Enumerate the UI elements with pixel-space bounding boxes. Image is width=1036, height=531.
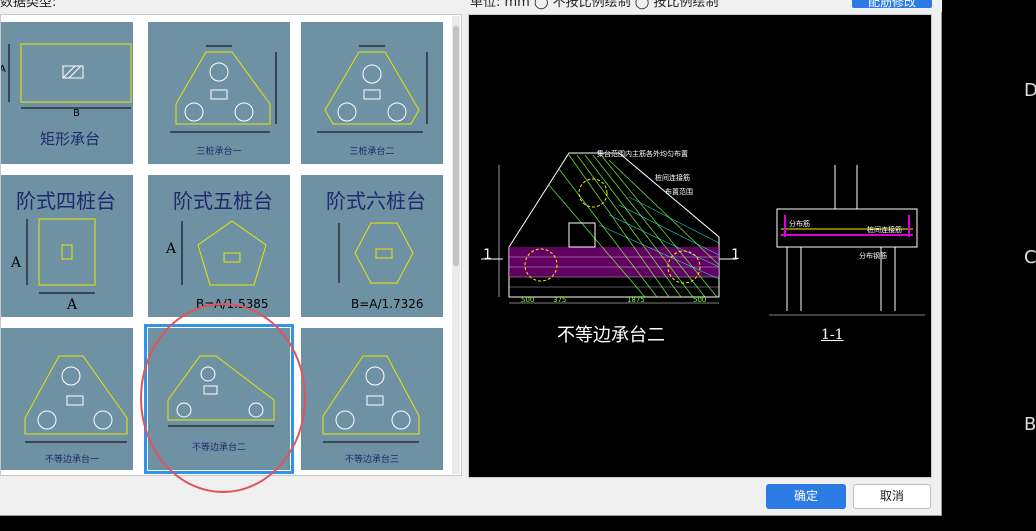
tile-label: 三桩承台二 [349, 147, 395, 157]
unequal-cap-icon [322, 355, 420, 443]
tile-unequal-cap-3[interactable]: 不等边承台三 [301, 328, 443, 470]
tile-stepped-six-pile[interactable]: 阶式六桩台 B=A/1.7326 [301, 175, 443, 317]
axis-label-c: C [1024, 247, 1036, 268]
formula-label: B=A/1.5385 [196, 297, 269, 311]
scrollbar-thumb[interactable] [453, 26, 459, 266]
tile-unequal-cap-2[interactable]: 不等边承台二 [144, 324, 294, 474]
tile-stepped-five-pile[interactable]: 阶式五桩台 A B=A/1.5385 [148, 175, 290, 317]
dim-b-label: B [73, 108, 80, 119]
dim-a-label: A [166, 241, 177, 257]
dim-a-label: A [11, 255, 22, 271]
section-mark-right: 1 [731, 247, 740, 263]
canvas-strip [0, 516, 942, 531]
cancel-button[interactable]: 取消 [853, 484, 931, 509]
preview-caption: 不等边承台二 [557, 325, 665, 346]
screen: 数据类型: 单位: mm ◯ 不按比例绘制 ◯ 按比例绘制 配筋修改 A B 矩… [0, 0, 1036, 531]
grid-scrollbar[interactable] [452, 16, 460, 474]
tile-label: 三桩承台一 [196, 147, 242, 157]
pile-cap-dialog: 数据类型: 单位: mm ◯ 不按比例绘制 ◯ 按比例绘制 配筋修改 A B 矩… [0, 0, 942, 516]
formula-label: B=A/1.7326 [351, 297, 424, 311]
tile-stepped-four-pile[interactable]: 阶式四桩台 A A [1, 175, 133, 317]
axis-label-d: D [1024, 80, 1036, 101]
note-label: 桩间连接筋 [867, 226, 902, 234]
note-label: 分布钢筋 [859, 252, 887, 260]
ok-button[interactable]: 确定 [766, 484, 846, 509]
dim-label: 375 [553, 296, 567, 304]
tile-label: 不等边承台二 [191, 443, 246, 453]
dim-label: 1875 [627, 296, 645, 304]
dim-a-label: A [1, 64, 6, 75]
dim-a-label: A [67, 297, 78, 313]
note-label: 桩间连接筋 [655, 174, 690, 182]
note-label: 分布筋 [789, 220, 810, 228]
tile-label: 阶式五桩台 [173, 189, 273, 213]
tile-three-pile-cap-2[interactable]: 三桩承台二 [301, 22, 443, 164]
note-label: 集台范围内主筋各外均匀布置 [597, 150, 688, 158]
axis-label-b: B [1024, 414, 1036, 435]
tile-label: 不等边承台三 [344, 455, 399, 465]
note-label: 布置范围 [665, 188, 693, 196]
tile-rectangular-cap[interactable]: A B 矩形承台 [1, 22, 133, 164]
three-pile-cap-icon [170, 45, 277, 133]
tile-unequal-cap-1[interactable]: 不等边承台一 [1, 328, 133, 470]
section-label: 1-1 [821, 327, 844, 343]
dialog-top-bar: 数据类型: 单位: mm ◯ 不按比例绘制 ◯ 按比例绘制 配筋修改 [0, 0, 942, 12]
dim-label: 500 [693, 296, 707, 304]
unequal-cap-icon [24, 355, 128, 443]
cap-type-grid: A B 矩形承台 三桩承台一 [0, 14, 462, 476]
tile-label: 阶式六桩台 [326, 189, 426, 213]
rebar-edit-button[interactable]: 配筋修改 [852, 0, 932, 9]
scale-options[interactable]: 单位: mm ◯ 不按比例绘制 ◯ 按比例绘制 [470, 0, 718, 10]
tile-label: 阶式四桩台 [16, 189, 116, 213]
section-mark-left: 1 [483, 247, 492, 263]
tile-three-pile-cap-1[interactable]: 三桩承台一 [148, 22, 290, 164]
cad-preview: 1 1 集台范围内主筋各外均匀布置 桩间连接筋 布置范围 分布筋 桩间连接筋 分… [468, 14, 932, 478]
tile-label: 不等边承台一 [44, 455, 99, 465]
three-pile-cap-icon [317, 45, 428, 133]
pile-cap-drawing [481, 152, 925, 316]
dialog-title: 数据类型: [0, 0, 57, 10]
dim-label: 500 [521, 296, 535, 304]
tile-label: 矩形承台 [39, 130, 100, 148]
